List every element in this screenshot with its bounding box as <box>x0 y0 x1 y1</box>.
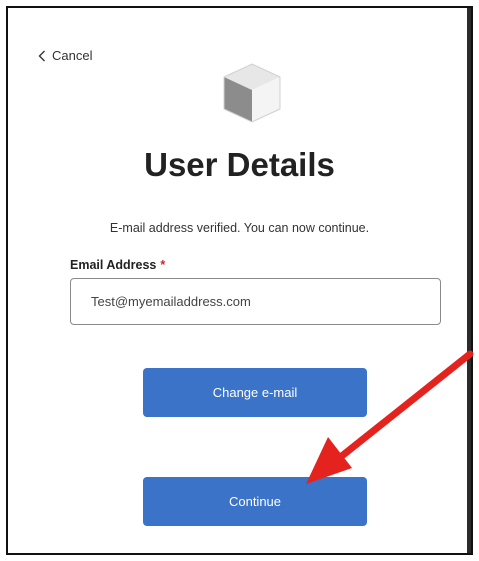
page-title: User Details <box>144 146 335 183</box>
required-asterisk: * <box>160 258 166 272</box>
cube-logo-icon <box>223 63 281 123</box>
email-field[interactable] <box>70 278 441 325</box>
change-email-button[interactable]: Change e-mail <box>143 368 367 417</box>
dialog-frame: Cancel User Details E-mail address verif… <box>6 6 473 555</box>
chevron-left-icon <box>38 50 45 61</box>
email-label-text: Email Address <box>70 258 157 272</box>
verified-notice: E-mail address verified. You can now con… <box>109 221 370 235</box>
cancel-label: Cancel <box>52 48 93 63</box>
continue-button[interactable]: Continue <box>143 477 367 526</box>
email-field-label: Email Address * <box>70 258 165 272</box>
cancel-link[interactable]: Cancel <box>38 48 92 63</box>
